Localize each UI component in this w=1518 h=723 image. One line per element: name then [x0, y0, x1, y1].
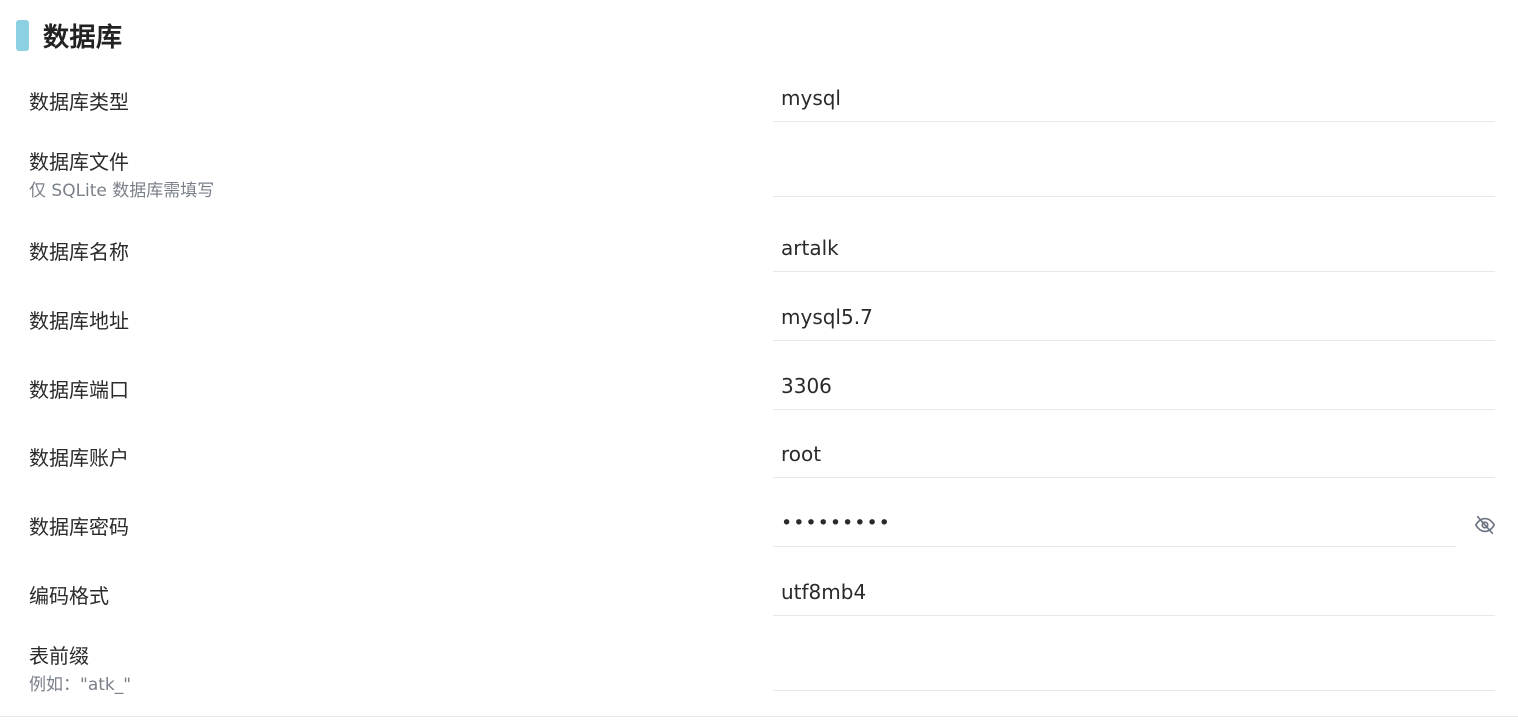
db-name-value: artalk: [781, 236, 839, 260]
db-user-value: root: [781, 442, 822, 466]
setting-hint: 仅 SQLite 数据库需填写: [29, 181, 215, 201]
table-prefix-input[interactable]: [773, 645, 1495, 691]
setting-hint: 例如："atk_": [29, 675, 132, 695]
setting-label: 编码格式: [29, 584, 109, 608]
section-header: 数据库: [16, 19, 123, 53]
setting-label: 数据库名称: [29, 240, 129, 264]
db-port-input[interactable]: 3306: [773, 364, 1495, 410]
db-password-value: •••••••••: [781, 512, 891, 534]
charset-value: utf8mb4: [781, 580, 867, 604]
setting-label: 数据库类型: [29, 90, 129, 114]
db-port-value: 3306: [781, 374, 832, 398]
setting-label: 数据库地址: [29, 309, 129, 333]
db-type-input[interactable]: mysql: [773, 76, 1495, 122]
setting-label: 数据库账户: [29, 446, 129, 470]
section-bottom-divider: [0, 716, 1518, 717]
db-file-input[interactable]: [773, 151, 1495, 197]
db-password-input[interactable]: •••••••••: [773, 501, 1456, 547]
db-host-value: mysql5.7: [781, 305, 873, 329]
charset-input[interactable]: utf8mb4: [773, 570, 1495, 616]
setting-label: 表前缀: [29, 644, 89, 668]
setting-label: 数据库文件: [29, 150, 129, 174]
eye-off-icon[interactable]: [1474, 514, 1496, 536]
db-user-input[interactable]: root: [773, 432, 1495, 478]
db-host-input[interactable]: mysql5.7: [773, 295, 1495, 341]
db-type-value: mysql: [781, 86, 841, 110]
setting-label: 数据库密码: [29, 515, 129, 539]
section-accent-bar: [16, 19, 29, 51]
setting-label: 数据库端口: [29, 378, 129, 402]
section-title: 数据库: [43, 22, 123, 53]
db-name-input[interactable]: artalk: [773, 226, 1495, 272]
